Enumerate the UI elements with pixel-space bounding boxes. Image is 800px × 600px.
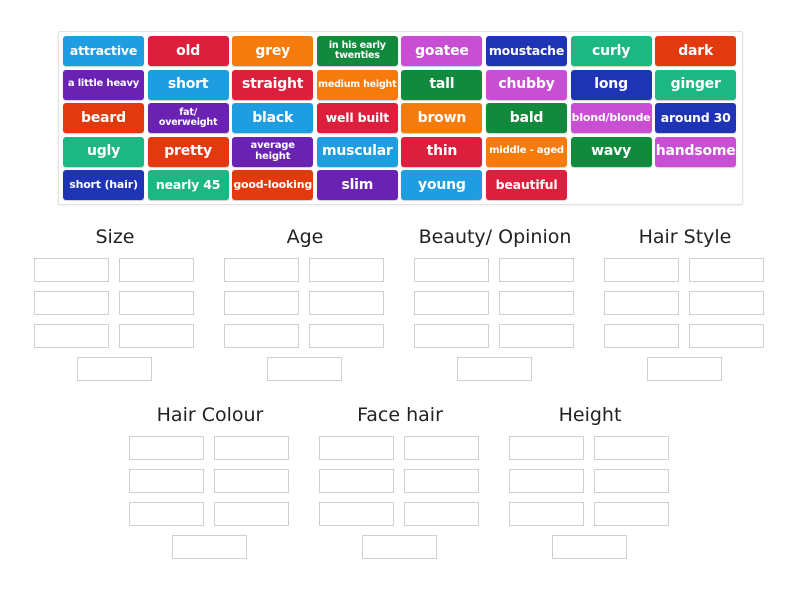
drop-slot[interactable] bbox=[414, 258, 489, 282]
word-tile[interactable]: beautiful bbox=[486, 170, 567, 200]
drop-slot[interactable] bbox=[309, 324, 384, 348]
drop-slot[interactable] bbox=[224, 324, 299, 348]
group-title: Height bbox=[558, 404, 622, 426]
drop-slot[interactable] bbox=[267, 357, 342, 381]
drop-slot[interactable] bbox=[509, 436, 584, 460]
drop-slot[interactable] bbox=[309, 291, 384, 315]
drop-slot[interactable] bbox=[594, 502, 669, 526]
word-tile[interactable]: muscular bbox=[316, 136, 398, 167]
drop-slot[interactable] bbox=[414, 324, 489, 348]
drop-slot[interactable] bbox=[499, 291, 574, 315]
word-tile[interactable]: pretty bbox=[147, 136, 229, 167]
drop-slot[interactable] bbox=[119, 291, 194, 315]
word-tile[interactable]: thin bbox=[401, 136, 483, 167]
drop-slot[interactable] bbox=[319, 469, 394, 493]
drop-slot[interactable] bbox=[214, 502, 289, 526]
drop-slot[interactable] bbox=[604, 324, 679, 348]
drop-slot[interactable] bbox=[594, 436, 669, 460]
group-title: Hair Style bbox=[638, 226, 732, 248]
drop-slot[interactable] bbox=[414, 291, 489, 315]
drop-slot[interactable] bbox=[224, 291, 299, 315]
drop-slot[interactable] bbox=[594, 469, 669, 493]
drop-slot[interactable] bbox=[509, 502, 584, 526]
word-tile[interactable]: well built bbox=[316, 103, 398, 133]
word-tile[interactable]: good-looking bbox=[232, 170, 314, 200]
drop-slot[interactable] bbox=[129, 469, 204, 493]
word-tile[interactable]: ugly bbox=[63, 136, 144, 167]
drop-slot[interactable] bbox=[77, 357, 152, 381]
drop-slot[interactable] bbox=[689, 258, 764, 282]
drop-slot[interactable] bbox=[34, 324, 109, 348]
word-tile[interactable]: middle - aged bbox=[486, 136, 567, 167]
drop-slot[interactable] bbox=[509, 469, 584, 493]
drop-slot[interactable] bbox=[552, 535, 627, 559]
drop-slot[interactable] bbox=[689, 324, 764, 348]
drop-slot[interactable] bbox=[604, 258, 679, 282]
word-tile[interactable]: straight bbox=[232, 69, 314, 100]
word-tile[interactable]: long bbox=[570, 69, 652, 100]
drop-slot[interactable] bbox=[34, 291, 109, 315]
drop-slot[interactable] bbox=[499, 324, 574, 348]
word-tile[interactable]: medium height bbox=[316, 69, 398, 100]
drop-slot[interactable] bbox=[404, 502, 479, 526]
group-title: Size bbox=[95, 226, 135, 248]
drop-slot[interactable] bbox=[362, 535, 437, 559]
word-tile[interactable]: fat/ overweight bbox=[147, 103, 229, 133]
drop-slot[interactable] bbox=[214, 436, 289, 460]
word-tile[interactable]: in his early twenties bbox=[316, 36, 398, 66]
word-tile[interactable]: attractive bbox=[63, 36, 144, 66]
drop-slot[interactable] bbox=[404, 469, 479, 493]
word-tile[interactable]: goatee bbox=[401, 36, 483, 66]
word-tile[interactable]: old bbox=[147, 36, 229, 66]
word-tile[interactable]: blond/blonde bbox=[570, 103, 652, 133]
drop-slot[interactable] bbox=[319, 502, 394, 526]
drop-slot[interactable] bbox=[172, 535, 247, 559]
word-tile[interactable]: moustache bbox=[486, 36, 567, 66]
drop-slot[interactable] bbox=[689, 291, 764, 315]
drop-slot[interactable] bbox=[404, 436, 479, 460]
group-title: Hair Colour bbox=[156, 404, 264, 426]
drop-slot[interactable] bbox=[604, 291, 679, 315]
word-tile[interactable]: short (hair) bbox=[63, 170, 144, 200]
word-tile[interactable]: around 30 bbox=[655, 103, 737, 133]
drop-slot[interactable] bbox=[224, 258, 299, 282]
word-tile[interactable]: wavy bbox=[570, 136, 652, 167]
word-tile[interactable]: nearly 45 bbox=[147, 170, 229, 200]
drop-slot[interactable] bbox=[309, 258, 384, 282]
word-tile[interactable]: slim bbox=[316, 170, 398, 200]
group-title: Beauty/ Opinion bbox=[418, 226, 572, 248]
group-title: Age bbox=[286, 226, 324, 248]
word-tile[interactable]: beard bbox=[63, 103, 144, 133]
word-tile[interactable]: handsome bbox=[655, 136, 737, 167]
word-tile[interactable]: young bbox=[401, 170, 483, 200]
word-tile[interactable]: tall bbox=[401, 69, 483, 100]
drop-slot[interactable] bbox=[129, 436, 204, 460]
drop-slot[interactable] bbox=[319, 436, 394, 460]
word-tile[interactable]: ginger bbox=[655, 69, 737, 100]
word-tile[interactable]: chubby bbox=[486, 69, 567, 100]
drop-slot[interactable] bbox=[119, 258, 194, 282]
word-tile[interactable]: dark bbox=[655, 36, 737, 66]
drop-slot[interactable] bbox=[214, 469, 289, 493]
word-tile[interactable]: grey bbox=[232, 36, 314, 66]
word-tile[interactable]: short bbox=[147, 69, 229, 100]
group-title: Face hair bbox=[357, 404, 443, 426]
drop-slot[interactable] bbox=[34, 258, 109, 282]
drop-slot[interactable] bbox=[119, 324, 194, 348]
drop-slot[interactable] bbox=[499, 258, 574, 282]
word-tile[interactable]: curly bbox=[570, 36, 652, 66]
word-tile[interactable]: average height bbox=[232, 136, 314, 167]
word-tile[interactable]: bald bbox=[486, 103, 567, 133]
word-tile[interactable]: a little heavy bbox=[63, 69, 144, 100]
drop-slot[interactable] bbox=[129, 502, 204, 526]
drop-slot[interactable] bbox=[647, 357, 722, 381]
drop-slot[interactable] bbox=[457, 357, 532, 381]
word-tile[interactable]: black bbox=[232, 103, 314, 133]
word-tile[interactable]: brown bbox=[401, 103, 483, 133]
